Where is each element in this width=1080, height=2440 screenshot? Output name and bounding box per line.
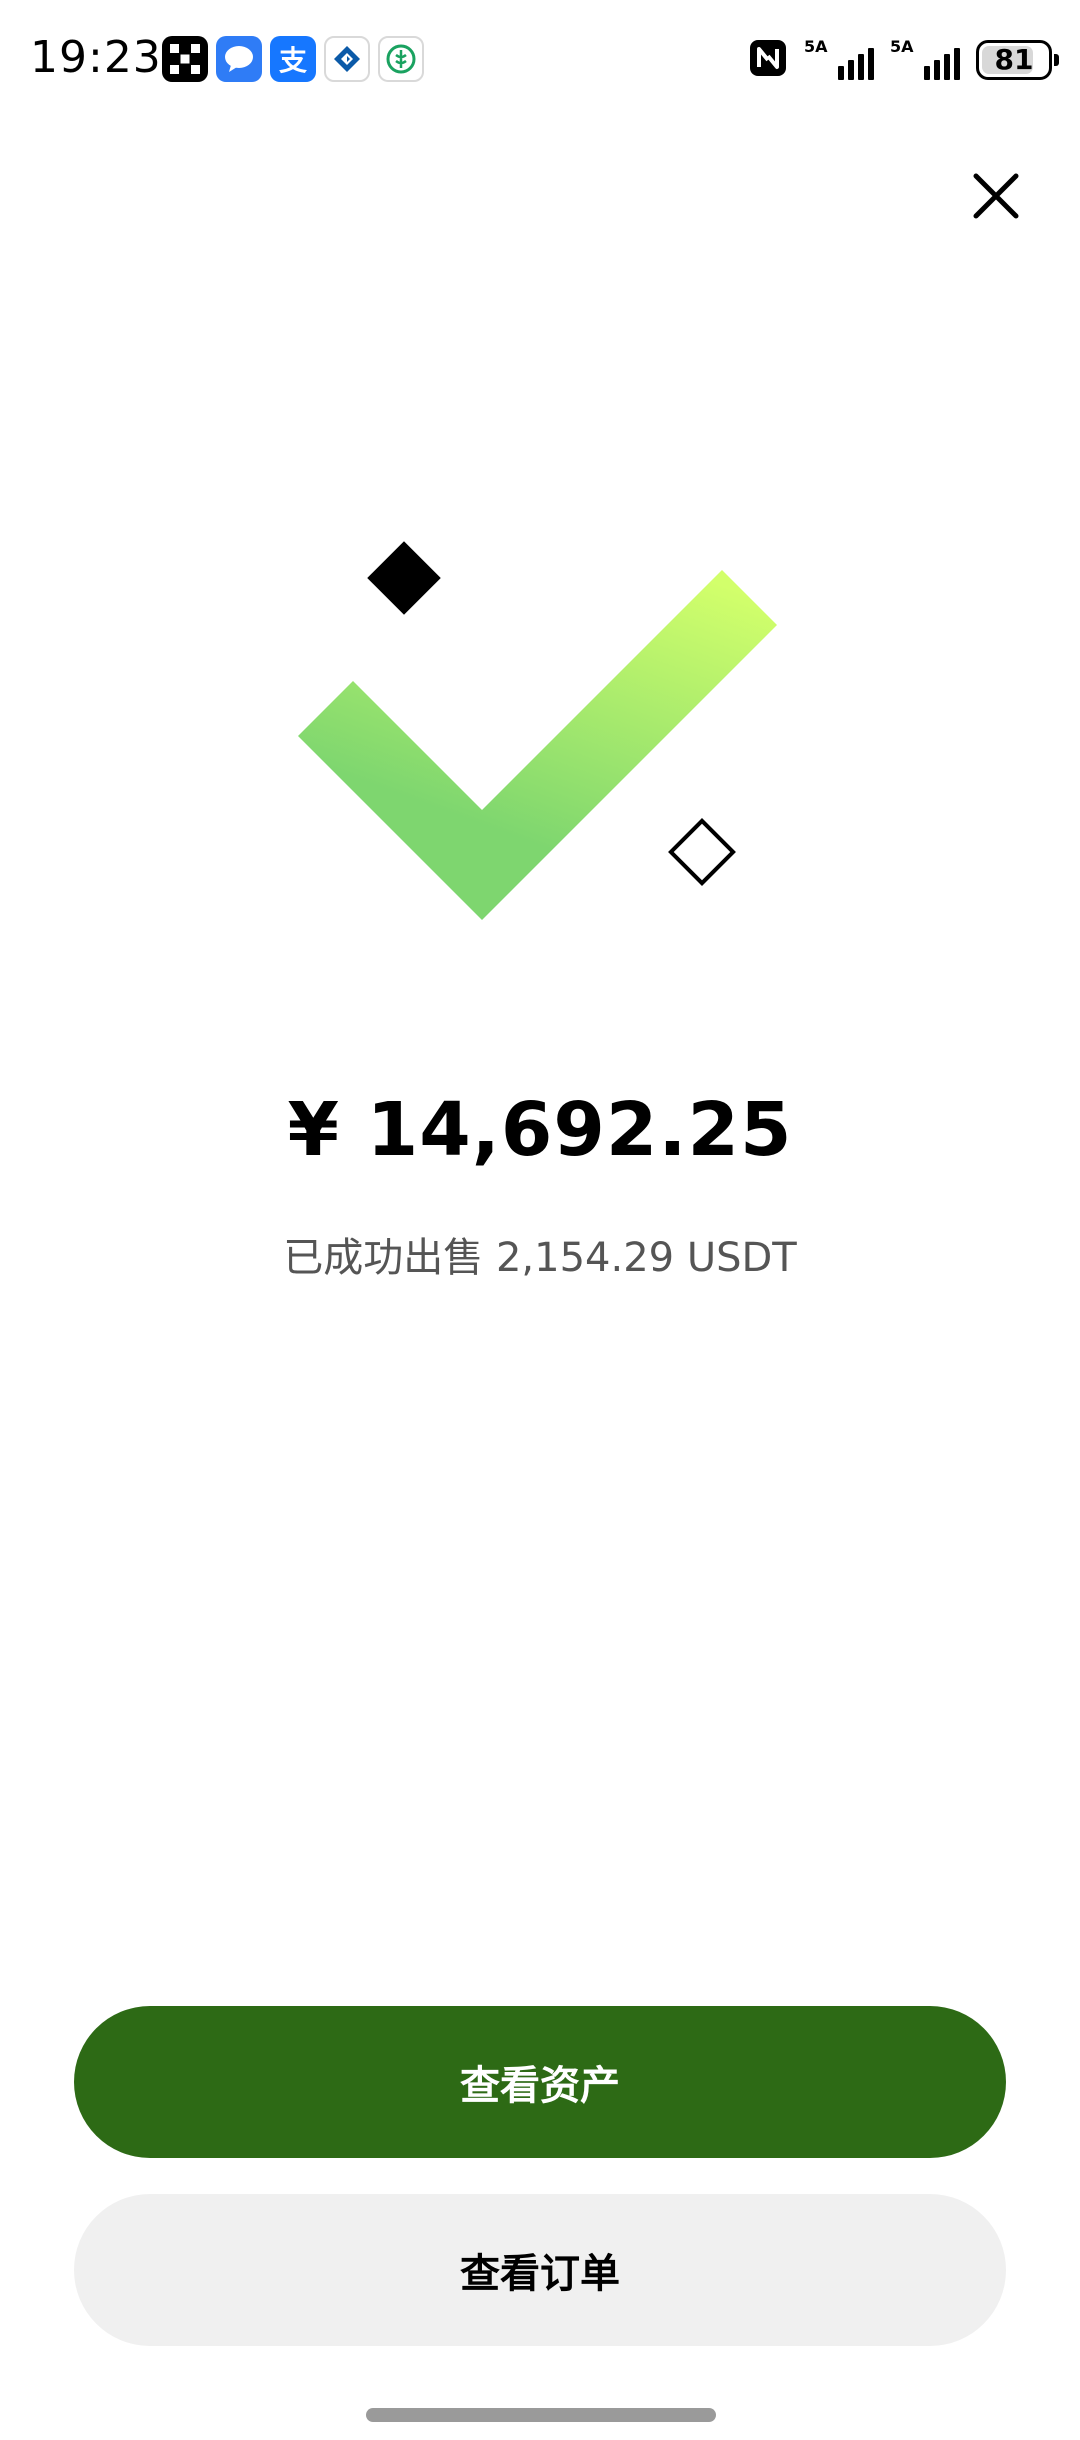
battery-icon: 81: [976, 40, 1059, 80]
close-icon: [973, 173, 1019, 219]
signal-2-tag: 5A: [890, 37, 914, 56]
alipay-icon: 支: [270, 36, 316, 82]
filled-diamond-icon: [367, 541, 441, 615]
cellular-signal-2-icon: 5A: [890, 38, 960, 82]
sale-amount: ¥ 14,692.25: [287, 1087, 793, 1173]
signal-1-tag: 5A: [804, 37, 828, 56]
nfc-icon: [748, 38, 788, 82]
signal-1-bars: [838, 48, 874, 80]
bank-icon: [324, 36, 370, 82]
home-indicator[interactable]: [366, 2408, 716, 2422]
agri-bank-icon: [378, 36, 424, 82]
message-icon: [216, 36, 262, 82]
outline-diamond-icon: [668, 818, 736, 886]
battery-level: 81: [994, 43, 1034, 76]
cellular-signal-1-icon: 5A: [804, 38, 874, 82]
notification-icons: 支: [162, 36, 424, 84]
status-time: 19:23: [30, 32, 162, 83]
close-button[interactable]: [960, 160, 1032, 232]
sold-summary: 已成功出售 2,154.29 USDT: [283, 1235, 797, 1281]
okx-icon: [162, 36, 208, 82]
view-assets-button[interactable]: 查看资产: [74, 2006, 1006, 2158]
success-illustration: [280, 530, 800, 950]
status-bar: 19:23 支 5A 5A 81: [0, 0, 1080, 120]
view-orders-button[interactable]: 查看订单: [74, 2194, 1006, 2346]
system-status-icons: 5A 5A 81: [748, 36, 1059, 84]
success-checkmark-icon: [298, 570, 777, 920]
signal-2-bars: [924, 48, 960, 80]
